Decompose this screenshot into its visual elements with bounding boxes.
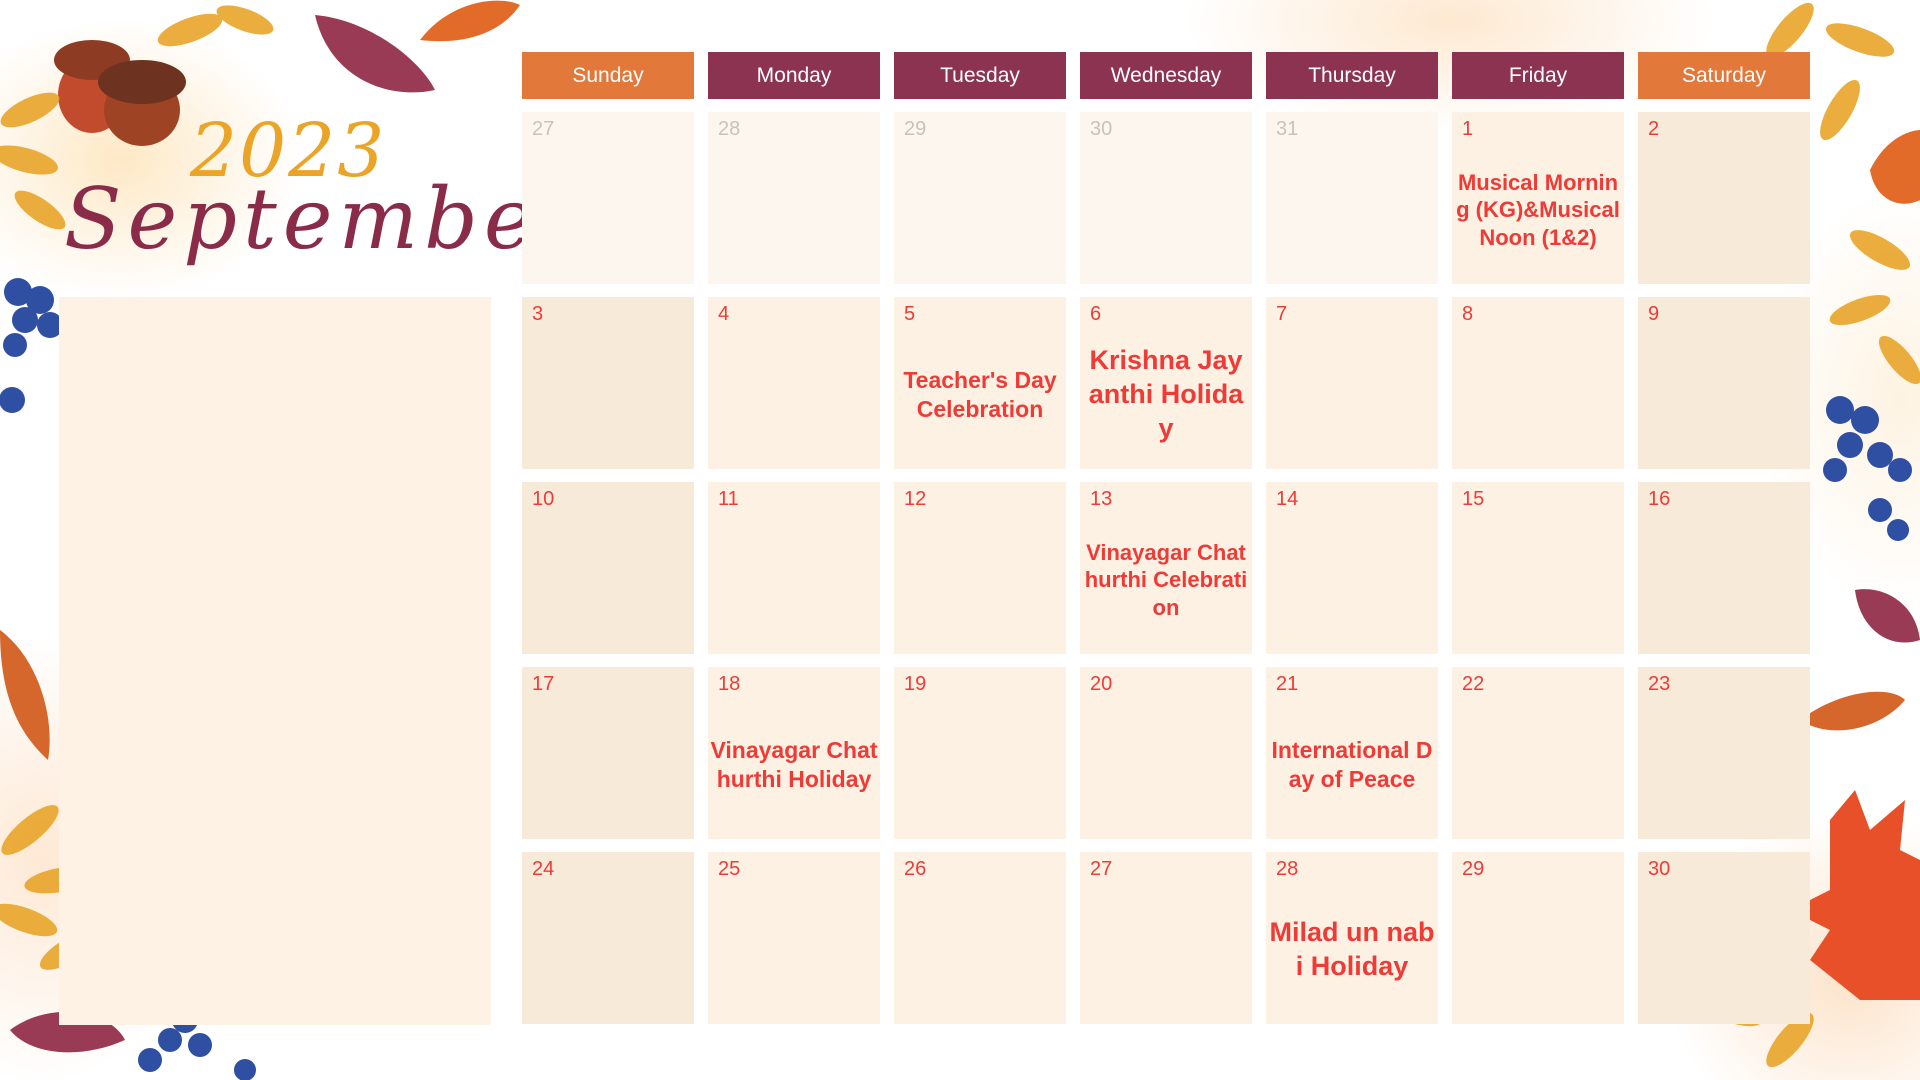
day-number: 17 [532, 673, 555, 695]
day-number: 13 [1090, 488, 1113, 510]
day-number: 11 [718, 488, 739, 510]
day-cell[interactable]: 10 [522, 482, 694, 654]
day-cell[interactable]: 5 Teacher's Day Celebration [894, 297, 1066, 469]
day-cell[interactable]: 23 [1638, 667, 1810, 839]
day-number: 31 [1276, 118, 1299, 140]
day-number: 18 [718, 673, 741, 695]
weekday-header-friday: Friday [1452, 52, 1624, 99]
day-cell[interactable]: 25 [708, 852, 880, 1024]
day-number: 29 [1462, 858, 1485, 880]
day-number: 5 [904, 303, 916, 325]
day-number: 23 [1648, 673, 1671, 695]
day-cell[interactable]: 27 [1080, 852, 1252, 1024]
day-number: 21 [1276, 673, 1299, 695]
day-number: 2 [1648, 118, 1660, 140]
day-number: 15 [1462, 488, 1485, 510]
day-number: 9 [1648, 303, 1660, 325]
day-number: 19 [904, 673, 927, 695]
day-cell[interactable]: 6 Krishna Jayanthi Holiday [1080, 297, 1252, 469]
event-label: Krishna Jayanthi Holiday [1088, 345, 1244, 443]
day-number: 29 [904, 118, 927, 140]
day-cell[interactable]: 20 [1080, 667, 1252, 839]
day-cell[interactable]: 27 [522, 112, 694, 284]
day-cell[interactable]: 8 [1452, 297, 1624, 469]
day-cell[interactable]: 2 [1638, 112, 1810, 284]
day-cell[interactable]: 12 [894, 482, 1066, 654]
day-number: 16 [1648, 488, 1671, 510]
weekday-header-thursday: Thursday [1266, 52, 1438, 99]
event-label: Vinayagar Chathurthi Holiday [710, 737, 878, 792]
day-number: 4 [718, 303, 730, 325]
day-cell[interactable]: 13 Vinayagar Chathurthi Celebration [1080, 482, 1252, 654]
day-number: 24 [532, 858, 555, 880]
day-number: 28 [718, 118, 741, 140]
day-cell[interactable]: 14 [1266, 482, 1438, 654]
day-cell[interactable]: 18 Vinayagar Chathurthi Holiday [708, 667, 880, 839]
day-number: 8 [1462, 303, 1474, 325]
day-cell[interactable]: 26 [894, 852, 1066, 1024]
day-number: 10 [532, 488, 555, 510]
day-cell[interactable]: 15 [1452, 482, 1624, 654]
day-cell[interactable]: 31 [1266, 112, 1438, 284]
day-cell[interactable]: 22 [1452, 667, 1624, 839]
day-cell[interactable]: 29 [894, 112, 1066, 284]
weekday-header-wednesday: Wednesday [1080, 52, 1252, 99]
event-label: Teacher's Day Celebration [903, 367, 1057, 422]
day-number: 25 [718, 858, 741, 880]
day-cell[interactable]: 11 [708, 482, 880, 654]
day-number: 6 [1090, 303, 1102, 325]
event-label: Vinayagar Chathurthi Celebration [1084, 539, 1248, 620]
day-cell[interactable]: 17 [522, 667, 694, 839]
day-cell[interactable]: 21 International Day of Peace [1266, 667, 1438, 839]
day-number: 28 [1276, 858, 1299, 880]
day-cell[interactable]: 4 [708, 297, 880, 469]
day-number: 20 [1090, 673, 1113, 695]
weekday-header-monday: Monday [708, 52, 880, 99]
day-number: 22 [1462, 673, 1485, 695]
day-number: 14 [1276, 488, 1299, 510]
day-number: 12 [904, 488, 927, 510]
day-cell[interactable]: 30 [1638, 852, 1810, 1024]
day-cell[interactable]: 28 [708, 112, 880, 284]
day-cell[interactable]: 29 [1452, 852, 1624, 1024]
day-number: 3 [532, 303, 544, 325]
day-number: 30 [1090, 118, 1113, 140]
day-cell[interactable]: 16 [1638, 482, 1810, 654]
calendar-grid: Sunday Monday Tuesday Wednesday Thursday Frid… [0, 0, 1920, 1080]
weekday-header-tuesday: Tuesday [894, 52, 1066, 99]
event-label: Milad un nabi Holiday [1269, 917, 1435, 981]
event-label: International Day of Peace [1271, 737, 1433, 792]
weekday-header-sunday: Sunday [522, 52, 694, 99]
day-cell[interactable]: 28 Milad un nabi Holiday [1266, 852, 1438, 1024]
day-cell[interactable]: 1 Musical Morning (KG)&Musical Noon (1&2) [1452, 112, 1624, 284]
day-number: 26 [904, 858, 927, 880]
day-number: 27 [532, 118, 555, 140]
weekday-header-saturday: Saturday [1638, 52, 1810, 99]
day-cell[interactable]: 19 [894, 667, 1066, 839]
event-label: Musical Morning (KG)&Musical Noon (1&2) [1456, 169, 1620, 250]
day-number: 1 [1462, 118, 1474, 140]
day-cell[interactable]: 24 [522, 852, 694, 1024]
day-cell[interactable]: 3 [522, 297, 694, 469]
day-cell[interactable]: 7 [1266, 297, 1438, 469]
day-number: 7 [1276, 303, 1288, 325]
day-cell[interactable]: 30 [1080, 112, 1252, 284]
day-cell[interactable]: 9 [1638, 297, 1810, 469]
day-number: 30 [1648, 858, 1671, 880]
day-number: 27 [1090, 858, 1113, 880]
